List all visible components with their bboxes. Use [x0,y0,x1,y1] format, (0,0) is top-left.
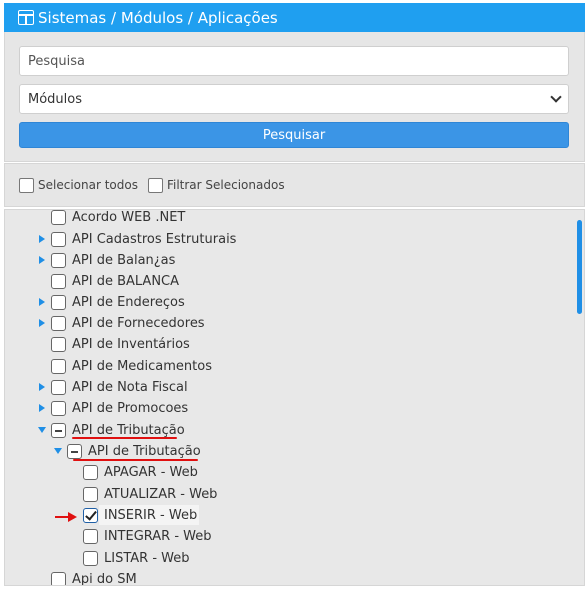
tree-label: APAGAR - Web [104,464,198,480]
search-placeholder: Pesquisa [28,53,85,69]
tree-item[interactable]: API de Balan¿as [5,250,575,270]
annotation-underline [73,459,198,461]
tree-item[interactable]: API de Medicamentos [5,356,575,376]
expand-arrow-icon[interactable] [39,404,45,412]
tree-checkbox[interactable] [51,337,66,352]
tree-checkbox[interactable] [51,274,66,289]
select-all-label: Selecionar todos [38,178,138,192]
tree-checkbox[interactable] [83,529,98,544]
tree-label: API de Medicamentos [72,358,212,374]
tree-label: INTEGRAR - Web [104,528,212,544]
tree-checkbox[interactable] [83,508,98,523]
tree-label: Acordo WEB .NET [72,209,186,225]
collapse-arrow-icon[interactable] [54,448,62,454]
select-all-checkbox[interactable] [19,177,34,193]
tree-label: API de Promocoes [72,400,189,416]
annotation-arrow-icon [55,512,77,522]
header-title: Sistemas / Módulos / Aplicações [38,8,278,27]
tree-item[interactable]: Api do SM [5,569,575,586]
tree-label: API de Balan¿as [72,252,176,268]
tree-label: API de Tributação [72,422,185,438]
search-input[interactable]: Pesquisa [19,46,569,76]
expand-arrow-icon[interactable] [39,235,45,243]
tree-label: API de Fornecedores [72,315,205,331]
select-all-option[interactable]: Selecionar todos [19,177,138,193]
tree-item[interactable]: LISTAR - Web [5,548,575,568]
tree-label: API de BALANCA [72,273,180,289]
tree-checkbox[interactable] [51,401,66,416]
search-button[interactable]: Pesquisar [19,122,569,148]
selection-bar: Selecionar todos Filtrar Selecionados [4,163,585,207]
tree-checkbox[interactable] [51,359,66,374]
type-select-value: Módulos [28,91,82,107]
tree-item[interactable]: API de Endereços [5,292,575,312]
tree-item[interactable]: API de Tributação [5,441,575,461]
tree-item[interactable]: INSERIR - Web [5,505,575,525]
tree-item[interactable]: API de Fornecedores [5,313,575,333]
tree-checkbox[interactable] [51,210,66,225]
tree-item[interactable]: API Cadastros Estruturais [5,229,575,249]
expand-arrow-icon[interactable] [39,383,45,391]
chevron-down-icon [550,91,562,103]
tree-label: API de Nota Fiscal [72,379,188,395]
window-header: Sistemas / Módulos / Aplicações [4,3,585,32]
type-select[interactable]: Módulos [19,84,569,114]
tree-checkbox[interactable] [51,253,66,268]
tree-item[interactable]: INTEGRAR - Web [5,526,575,546]
module-tree[interactable]: Acordo WEB .NET API Cadastros Estruturai… [4,209,585,586]
collapse-arrow-icon[interactable] [38,427,46,433]
tree-checkbox[interactable] [51,316,66,331]
tree-item[interactable]: APAGAR - Web [5,462,575,482]
tree-label: API de Endereços [72,294,185,310]
tree-checkbox[interactable] [51,380,66,395]
tree-checkbox[interactable] [83,551,98,566]
tree-checkbox[interactable] [83,465,98,480]
filter-selected-checkbox[interactable] [147,177,163,193]
expand-arrow-icon[interactable] [39,319,45,327]
tree-label: LISTAR - Web [104,550,190,566]
filter-selected-label: Filtrar Selecionados [166,178,285,192]
expand-arrow-icon[interactable] [39,256,45,264]
tree-label: Api do SM [72,571,137,586]
tree-checkbox[interactable] [51,295,66,310]
tree-item[interactable]: API de Nota Fiscal [5,377,575,397]
tree-checkbox[interactable] [51,423,66,438]
table-icon [18,10,34,25]
tree-checkbox[interactable] [51,572,66,585]
tree-item[interactable]: Acordo WEB .NET [5,209,575,227]
expand-arrow-icon[interactable] [39,298,45,306]
tree-item[interactable]: API de Promocoes [5,398,575,418]
tree-checkbox[interactable] [67,444,82,459]
tree-label: ATUALIZAR - Web [104,486,218,502]
tree-label: API de Tributação [88,443,201,459]
tree-label: API Cadastros Estruturais [72,231,237,247]
tree-label: API de Inventários [72,336,190,352]
tree-item[interactable]: ATUALIZAR - Web [5,484,575,504]
tree-checkbox[interactable] [51,232,66,247]
filter-panel: Pesquisa Módulos Pesquisar [4,32,585,162]
tree-label: INSERIR - Web [104,507,198,523]
tree-checkbox[interactable] [83,487,98,502]
scrollbar[interactable] [577,220,582,314]
tree-item[interactable]: API de BALANCA [5,271,575,291]
annotation-underline [72,437,177,439]
filter-selected-option[interactable]: Filtrar Selecionados [147,177,285,193]
tree-item[interactable]: API de Inventários [5,334,575,354]
